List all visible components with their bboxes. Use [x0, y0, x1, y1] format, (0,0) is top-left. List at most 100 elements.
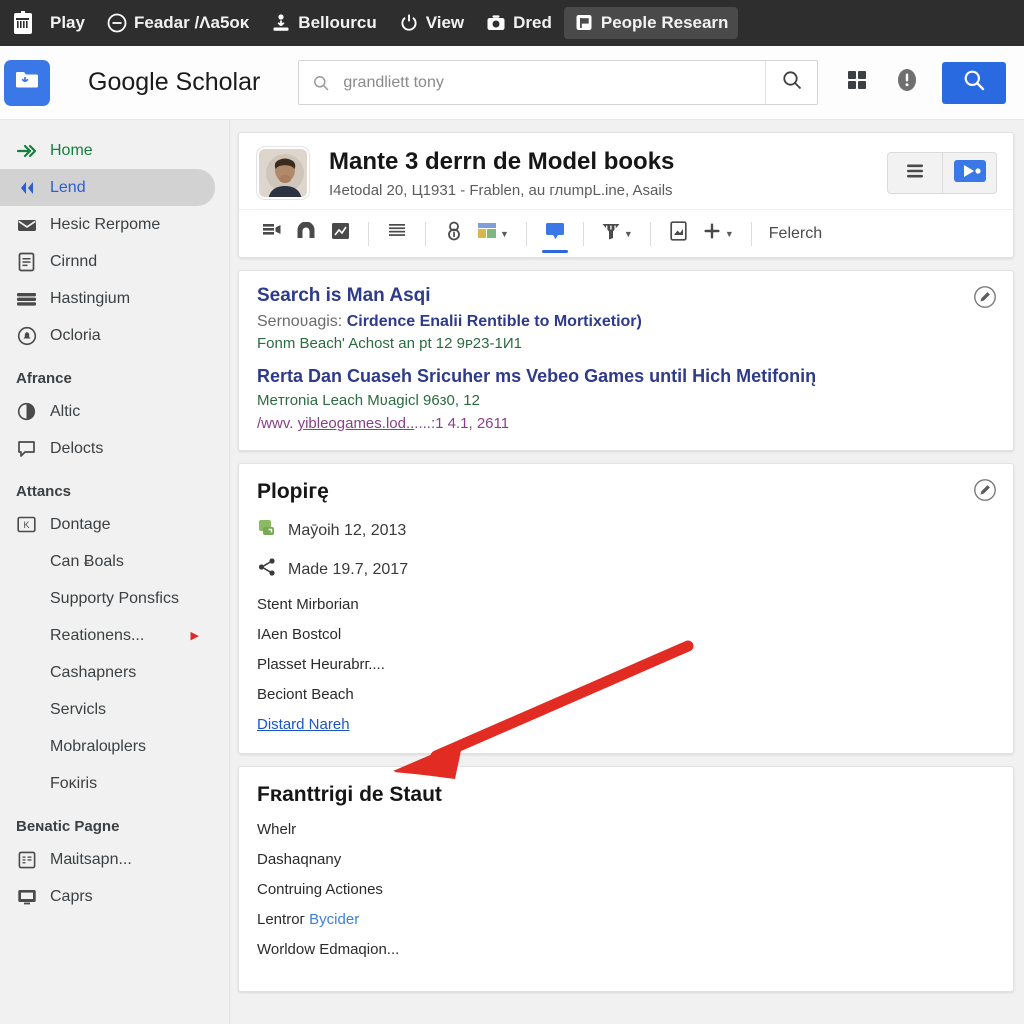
sidebar-item-support-ponsfics[interactable]: Supportу Ponsfics	[0, 580, 215, 617]
topbar-logo[interactable]	[8, 4, 38, 42]
sidebar-item-reationens[interactable]: Reationens... ▶	[0, 617, 215, 654]
sidebar-item-hesic-rerpome[interactable]: Hesic Rerpome	[0, 206, 215, 243]
chart-tool[interactable]	[325, 213, 355, 255]
sidebar-item-label: Cashapners	[50, 663, 137, 681]
result-second-title[interactable]: Rerta Dan Cuaseh Sricuher ms Vebeo Games…	[257, 366, 995, 387]
tag-tool[interactable]	[540, 213, 570, 255]
video-list-tool[interactable]	[257, 213, 287, 255]
circle-pencil-icon[interactable]	[973, 478, 997, 502]
sidebar-item-caprs[interactable]: Caprs	[0, 878, 215, 915]
toolbar-separator	[525, 221, 527, 246]
detail-link[interactable]: Distard Narеh	[257, 716, 995, 733]
sidebar-item-servicls[interactable]: Servicls	[0, 691, 215, 728]
app-logo-button[interactable]	[4, 59, 50, 106]
os-top-bar: Play Feadar /Ʌа5oκ Bellourcu View Dred P…	[0, 0, 1024, 46]
status-body: Fʀanttrigi de Staut Whelr Dashaqnany Con…	[239, 767, 1013, 991]
result-meta-bold[interactable]: Cirdence Enalii Rentible to Mortiхetior)	[347, 313, 642, 330]
sidebar-item-dontage[interactable]: K Dontage	[0, 506, 215, 543]
sidebar-item-delocts[interactable]: Delocts	[0, 430, 215, 467]
status-line: Contruing Actiones	[257, 881, 383, 898]
result-url[interactable]: /wwv. yibleogames.lod......:1 4.1, 2611	[257, 415, 995, 432]
add-tool[interactable]: ▼	[698, 213, 738, 255]
sidebar-item-mobraloiplers[interactable]: Mobraloɩplers	[0, 728, 215, 765]
blue-tag-icon	[544, 221, 566, 246]
primary-search-button[interactable]	[942, 61, 1006, 104]
sidebar-item-maiitsapn[interactable]: Maɩitsapn...	[0, 841, 215, 878]
result-title[interactable]: Search is Man Asqi	[257, 285, 995, 307]
topbar-label-3: View	[425, 13, 465, 32]
image-tool[interactable]	[291, 213, 321, 255]
profile-subtitle: I4etodal 20, Ц1931 - Frablen, au глumpL.…	[329, 181, 673, 199]
sidebar-item-label: Ocloria	[50, 326, 101, 344]
profile-actions	[887, 152, 997, 194]
sidebar-item-label: Home	[50, 141, 93, 159]
color-blocks-icon	[477, 222, 497, 245]
status-card: Fʀanttrigi de Staut Whelr Dashaqnany Con…	[238, 766, 1014, 992]
sidebar-item-lend[interactable]: Lend	[0, 169, 215, 206]
search-box[interactable]	[298, 60, 819, 105]
circle-pencil-icon[interactable]	[973, 285, 997, 309]
sidebar-item-altic[interactable]: Altic	[0, 393, 215, 430]
sidebar-item-home[interactable]: Home	[0, 132, 215, 169]
sidebar-item-label: Delocts	[50, 439, 104, 457]
id-card-icon	[16, 851, 37, 869]
detail-row: Maȳoih 12, 2013	[257, 518, 995, 543]
detail-card: Plopiгę Maȳoih 12, 2013 Made 19.7, 2017 …	[238, 463, 1014, 754]
result-green-line: Fonm Beach' Achost an pt 12 9ᴩ23-1И1	[257, 335, 522, 352]
send-button[interactable]	[942, 153, 996, 193]
avatar	[257, 147, 309, 199]
info-button[interactable]	[892, 68, 922, 98]
topbar-item-feadar[interactable]: Feadar /Ʌа5oκ	[97, 7, 259, 39]
filter-funnel-icon	[601, 222, 621, 245]
topbar-label-4: Dred	[513, 13, 552, 32]
search-input[interactable]	[329, 61, 766, 104]
power-icon	[399, 13, 419, 33]
search-submit-button[interactable]	[765, 61, 817, 104]
list-view-button[interactable]	[888, 153, 942, 193]
sidebar-item-cirnnd[interactable]: Cirnnd	[0, 243, 215, 280]
color-blocks-tool[interactable]: ▼	[473, 213, 513, 255]
sidebar-item-cashapners[interactable]: Cashapners	[0, 654, 215, 691]
sidebar-item-label: Cirnnd	[50, 252, 98, 270]
sidebar-item-can-goals[interactable]: Can Ƀoals	[0, 543, 215, 580]
result-meta-prefix: Sernoʋagis:	[257, 313, 347, 330]
envelope-icon	[16, 217, 37, 233]
sidebar: Home Lend Hesic Rerpome Cirnnd Hastingiu	[0, 120, 230, 1024]
hamburger-lines-icon	[904, 162, 926, 185]
status-line-link[interactable]: Bycider	[309, 911, 359, 928]
profile-header: Mante 3 derrn de Model books I4etodal 20…	[239, 133, 1013, 209]
detail-line: Stent Mirborian	[257, 596, 359, 613]
page-tool[interactable]	[664, 213, 694, 255]
search-magnifier-icon	[299, 75, 329, 91]
chevron-down-icon[interactable]: ▼	[624, 229, 633, 239]
topbar-item-dred[interactable]: Dred	[476, 7, 562, 39]
profile-card: Mante 3 derrn de Model books I4etodal 20…	[238, 132, 1014, 258]
keyboard-key-icon: K	[16, 516, 37, 533]
toolbar-separator	[425, 221, 426, 246]
topbar-item-view[interactable]: View	[389, 7, 474, 39]
sidebar-item-fokiris[interactable]: Foκiris	[0, 765, 215, 802]
sidebar-item-hastingium[interactable]: Hastingium	[0, 280, 215, 317]
filter-tool[interactable]: ▼	[597, 213, 637, 255]
flag-icon	[574, 13, 594, 33]
result-url-suffix: ....:1 4.1, 2611	[414, 415, 510, 432]
text-lines-tool[interactable]	[382, 213, 412, 255]
folder-arrow-icon	[14, 68, 40, 97]
chevron-down-icon[interactable]: ▼	[725, 229, 734, 239]
sidebar-item-label: Dontage	[50, 515, 111, 533]
sidebar-item-label: Maɩitsapn...	[50, 850, 132, 868]
chevron-down-icon[interactable]: ▼	[500, 229, 509, 239]
lock-tool[interactable]	[439, 213, 469, 255]
video-list-icon	[262, 222, 282, 245]
header-actions	[842, 61, 1024, 104]
topbar-item-bellourcu[interactable]: Bellourcu	[261, 7, 386, 39]
detail-title: Plopiгę	[257, 480, 329, 503]
search-icon	[963, 69, 985, 96]
grid-apps-icon	[846, 69, 868, 96]
apps-grid-button[interactable]	[842, 68, 872, 98]
topbar-item-play[interactable]: Play	[40, 7, 95, 39]
result-url-link[interactable]: yibleogames.lod..	[298, 415, 415, 432]
sidebar-item-ocloria[interactable]: Ocloria	[0, 317, 215, 354]
topbar-item-people-researn[interactable]: People Researn	[563, 7, 739, 39]
main-content: Mante 3 derrn de Model books I4etodal 20…	[230, 120, 1024, 1024]
